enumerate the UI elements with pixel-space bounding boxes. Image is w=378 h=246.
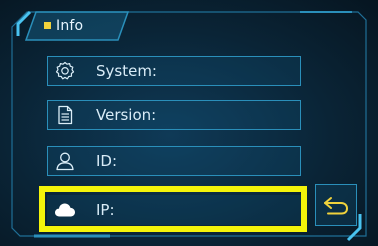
id-label: ID:	[96, 152, 118, 170]
system-row[interactable]: System:	[47, 56, 301, 86]
title-marker	[44, 22, 51, 29]
back-button[interactable]	[315, 184, 357, 226]
info-screen: Info System: Version: ID: IP:	[0, 0, 378, 246]
version-row[interactable]: Version:	[47, 100, 301, 130]
id-row[interactable]: ID:	[47, 146, 301, 176]
version-label: Version:	[96, 106, 157, 124]
user-icon	[48, 147, 82, 174]
selection-highlight	[39, 186, 307, 232]
document-icon	[48, 101, 82, 128]
system-label: System:	[96, 62, 157, 80]
gear-icon	[48, 57, 82, 84]
page-title: Info	[56, 18, 84, 34]
return-arrow-icon	[324, 197, 349, 215]
